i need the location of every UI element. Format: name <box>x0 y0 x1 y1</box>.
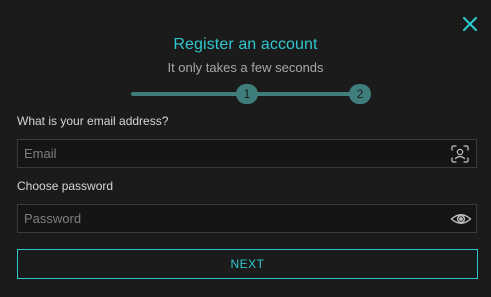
progress-stepper: 1 2 <box>131 84 373 104</box>
password-field-box <box>17 204 477 233</box>
face-scan-icon[interactable] <box>450 144 470 164</box>
register-dialog: Register an account It only takes a few … <box>0 0 491 297</box>
password-label: Choose password <box>17 179 114 193</box>
eye-icon[interactable] <box>450 209 472 229</box>
close-icon[interactable] <box>460 14 480 34</box>
email-input[interactable] <box>18 140 444 167</box>
step-2-indicator: 2 <box>349 84 371 104</box>
password-input[interactable] <box>18 205 444 232</box>
dialog-title: Register an account <box>173 36 318 53</box>
dialog-subtitle: It only takes a few seconds <box>167 60 324 75</box>
step-1-indicator: 1 <box>236 84 258 104</box>
email-label: What is your email address? <box>17 114 169 128</box>
next-button[interactable]: NEXT <box>17 249 478 279</box>
email-field-box <box>17 139 477 168</box>
